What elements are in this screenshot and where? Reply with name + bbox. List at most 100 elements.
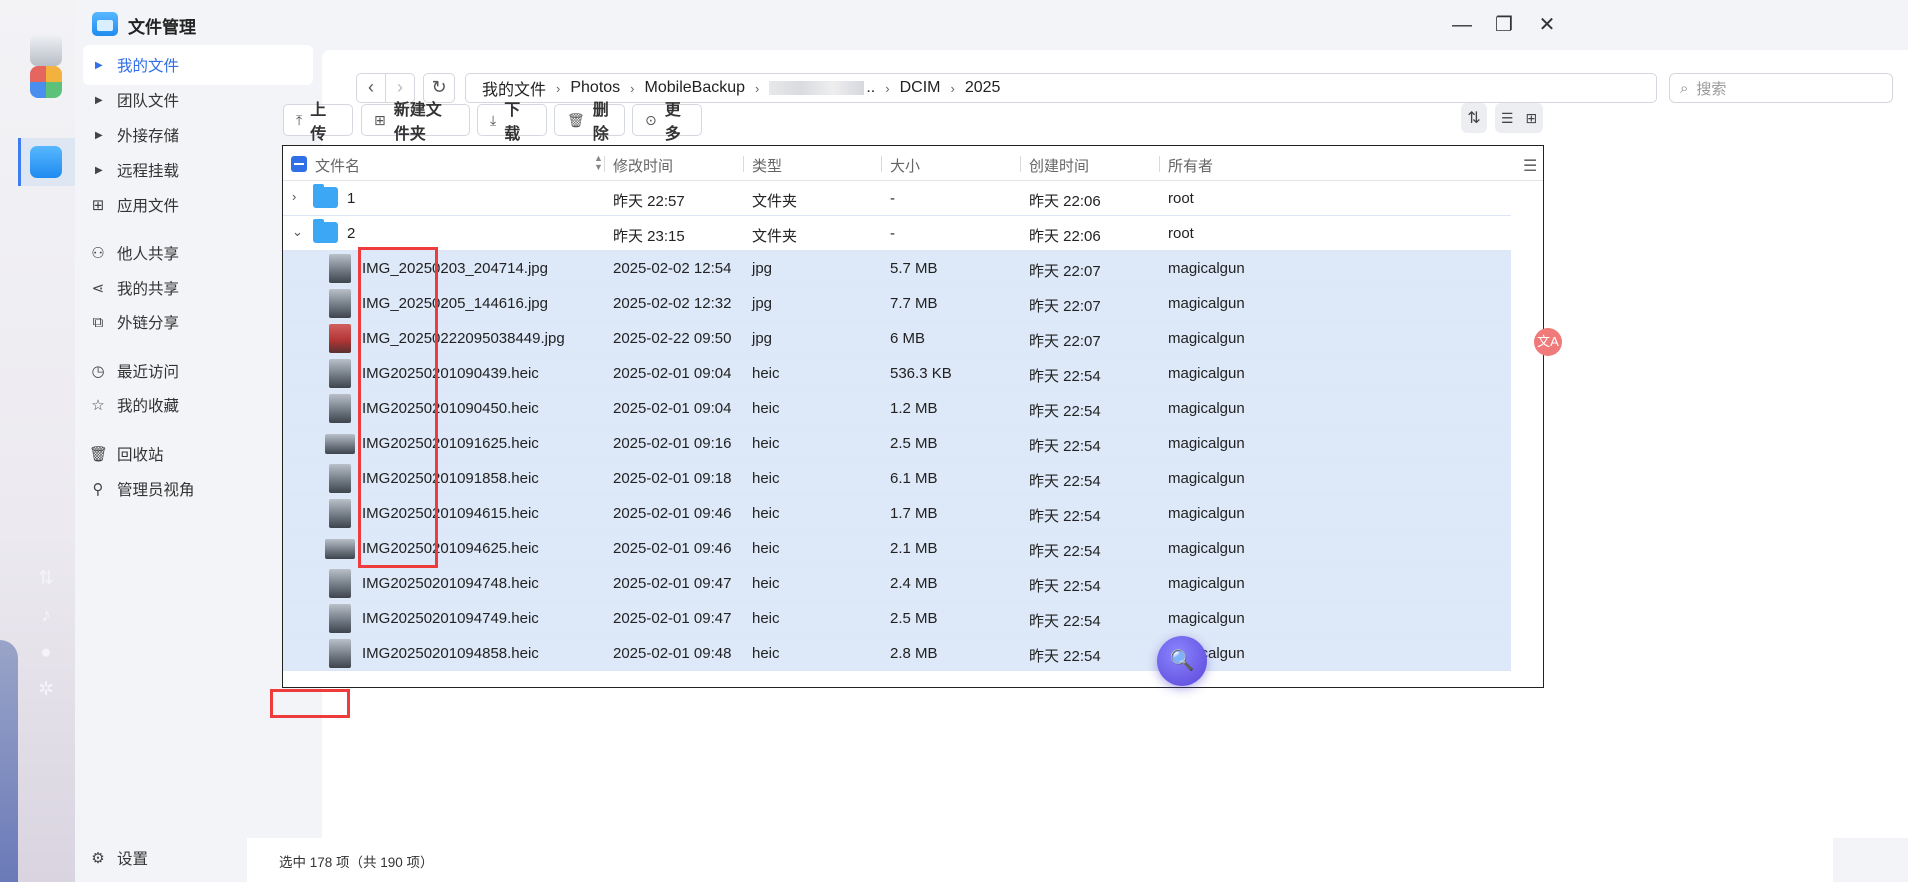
gear-icon[interactable]: ✲ bbox=[36, 680, 56, 700]
file-name[interactable]: IMG20250201094858.heic bbox=[362, 645, 539, 662]
owner: magicalgun bbox=[1168, 575, 1245, 592]
sidebar-item-link-shares[interactable]: ⧉ 外链分享 bbox=[83, 302, 313, 342]
table-row[interactable]: IMG20250201090450.heic 2025-02-01 09:04 he… bbox=[283, 391, 1511, 426]
sidebar-item-remote-mount[interactable]: ▶ 远程挂载 bbox=[83, 150, 313, 190]
image-thumbnail bbox=[329, 254, 351, 283]
app-dock: ⇅ ♪ ● ✲ bbox=[0, 0, 75, 882]
image-thumbnail bbox=[329, 464, 351, 493]
app-center-icon[interactable] bbox=[30, 66, 62, 98]
upload-button[interactable]: ⤒ 上传 bbox=[283, 102, 353, 143]
sidebar-item-recycle-bin[interactable]: 🗑 回收站 bbox=[83, 434, 313, 474]
image-thumbnail bbox=[325, 434, 355, 454]
translate-icon[interactable]: 文A bbox=[1534, 328, 1562, 356]
column-settings-icon[interactable]: ☰ bbox=[1523, 156, 1537, 176]
list-view-icon[interactable]: ☰ bbox=[1501, 110, 1514, 127]
column-header-size[interactable]: 大小 bbox=[890, 155, 920, 176]
scrollbar[interactable] bbox=[1511, 181, 1543, 687]
column-header-created[interactable]: 创建时间 bbox=[1029, 155, 1089, 176]
sidebar-item-shared-with-me[interactable]: ⚇ 他人共享 bbox=[83, 233, 313, 273]
created-time: 昨天 22:54 bbox=[1029, 648, 1101, 665]
download-button[interactable]: ⤓ 下载 bbox=[477, 102, 547, 143]
breadcrumb-item[interactable]: 2025 bbox=[965, 79, 1001, 97]
owner: magicalgun bbox=[1168, 365, 1245, 382]
sidebar-item-favorites[interactable]: ☆ 我的收藏 bbox=[83, 385, 313, 425]
modified-time: 2025-02-02 12:54 bbox=[613, 260, 732, 277]
column-header-type[interactable]: 类型 bbox=[752, 155, 782, 176]
chevron-right-icon: › bbox=[755, 80, 760, 96]
breadcrumb[interactable]: 我的文件 › Photos › MobileBackup › .. › DCIM… bbox=[465, 73, 1657, 103]
table-row[interactable]: IMG20250201094858.heic 2025-02-01 09:48 he… bbox=[283, 636, 1511, 671]
upload-label: 上传 bbox=[310, 102, 327, 143]
file-size: - bbox=[890, 190, 895, 207]
user-icon[interactable]: ● bbox=[36, 643, 56, 663]
sidebar-item-my-files[interactable]: ▶ 我的文件 bbox=[83, 45, 313, 85]
breadcrumb-item[interactable]: DCIM bbox=[900, 79, 941, 97]
sidebar-item-app-files[interactable]: ⊞ 应用文件 bbox=[83, 185, 313, 225]
folder-plus-icon: ⊞ bbox=[374, 111, 386, 128]
file-size: - bbox=[890, 225, 895, 242]
modified-time: 2025-02-01 09:48 bbox=[613, 645, 732, 662]
minimize-icon[interactable]: — bbox=[1449, 12, 1475, 38]
search-input[interactable]: ⌕ 搜索 bbox=[1669, 73, 1893, 103]
delete-button[interactable]: 🗑 删除 bbox=[554, 102, 625, 143]
sidebar-item-label: 外链分享 bbox=[117, 315, 180, 332]
more-label: 更多 bbox=[664, 102, 681, 143]
more-button[interactable]: ⊙ 更多 bbox=[632, 102, 702, 143]
sync-icon[interactable]: ⇅ bbox=[36, 569, 56, 589]
column-header-modified[interactable]: 修改时间 bbox=[613, 155, 673, 176]
file-manager-app-icon bbox=[92, 12, 118, 36]
breadcrumb-item[interactable]: MobileBackup bbox=[645, 79, 746, 97]
file-type: jpg bbox=[752, 295, 773, 312]
created-time: 昨天 22:07 bbox=[1029, 333, 1101, 350]
trash-icon: 🗑 bbox=[89, 446, 109, 463]
column-header-name[interactable]: 文件名 bbox=[315, 155, 360, 176]
table-row[interactable]: IMG20250201094625.heic 2025-02-01 09:46 he… bbox=[283, 531, 1511, 566]
floating-search-button[interactable]: 🔍 bbox=[1157, 636, 1207, 686]
file-type: heic bbox=[752, 400, 780, 417]
sidebar-item-team-files[interactable]: ▶ 团队文件 bbox=[83, 80, 313, 120]
maximize-icon[interactable]: ❐ bbox=[1491, 12, 1517, 38]
sidebar-item-external-storage[interactable]: ▶ 外接存储 bbox=[83, 115, 313, 155]
new-folder-button[interactable]: ⊞ 新建文件夹 bbox=[361, 102, 470, 143]
breadcrumb-item[interactable]: .. bbox=[866, 79, 875, 97]
close-icon[interactable]: ✕ bbox=[1534, 12, 1560, 38]
sidebar-item-admin-view[interactable]: ⚲ 管理员视角 bbox=[83, 469, 313, 509]
modified-time: 昨天 23:15 bbox=[613, 228, 685, 245]
file-name[interactable]: 1 bbox=[347, 190, 355, 207]
select-all-checkbox[interactable] bbox=[291, 156, 307, 172]
column-header-owner[interactable]: 所有者 bbox=[1168, 155, 1213, 176]
grid-view-icon[interactable]: ⊞ bbox=[1525, 110, 1537, 127]
bell-icon[interactable]: ♪ bbox=[36, 606, 56, 626]
file-type: heic bbox=[752, 575, 780, 592]
table-row[interactable]: ⌄ 2 昨天 23:15 文件夹 - 昨天 22:06 root bbox=[283, 216, 1511, 251]
table-row[interactable]: IMG20250201094748.heic 2025-02-01 09:47 he… bbox=[283, 566, 1511, 601]
table-row[interactable]: IMG_20250222095038449.jpg 2025-02-22 09:5… bbox=[283, 321, 1511, 356]
image-thumbnail bbox=[329, 394, 351, 423]
file-type: 文件夹 bbox=[752, 193, 798, 210]
modified-time: 2025-02-22 09:50 bbox=[613, 330, 732, 347]
back-button[interactable]: ‹ bbox=[356, 73, 386, 103]
table-row[interactable]: IMG20250201094749.heic 2025-02-01 09:47 he… bbox=[283, 601, 1511, 636]
table-row[interactable]: IMG20250201091858.heic 2025-02-01 09:18 he… bbox=[283, 461, 1511, 496]
table-row[interactable]: IMG20250201090439.heic 2025-02-01 09:04 he… bbox=[283, 356, 1511, 391]
file-name[interactable]: 2 bbox=[347, 225, 355, 242]
file-manager-dock-icon[interactable] bbox=[30, 146, 62, 178]
sort-button[interactable]: ⇅ bbox=[1461, 103, 1487, 133]
sort-arrows-icon[interactable]: ▲ ▼ bbox=[594, 154, 603, 172]
expand-chevron-icon[interactable]: ⌄ bbox=[292, 224, 303, 240]
owner: magicalgun bbox=[1168, 330, 1245, 347]
file-name[interactable]: IMG20250201094748.heic bbox=[362, 575, 539, 592]
modified-time: 2025-02-01 09:16 bbox=[613, 435, 732, 452]
table-row[interactable]: IMG_20250205_144616.jpg 2025-02-02 12:32 j… bbox=[283, 286, 1511, 321]
created-time: 昨天 22:54 bbox=[1029, 543, 1101, 560]
breadcrumb-item[interactable]: Photos bbox=[570, 79, 620, 97]
table-row[interactable]: IMG20250201094615.heic 2025-02-01 09:46 he… bbox=[283, 496, 1511, 531]
file-name[interactable]: IMG20250201094749.heic bbox=[362, 610, 539, 627]
expand-chevron-icon[interactable]: › bbox=[292, 189, 296, 204]
table-row[interactable]: › 1 昨天 22:57 文件夹 - 昨天 22:06 root bbox=[283, 181, 1511, 216]
table-row[interactable]: IMG20250201091625.heic 2025-02-01 09:16 he… bbox=[283, 426, 1511, 461]
table-row[interactable]: IMG_20250203_204714.jpg 2025-02-02 12:54 j… bbox=[283, 251, 1511, 286]
desktop-icon[interactable] bbox=[30, 34, 62, 66]
delete-label: 删除 bbox=[592, 102, 609, 143]
owner: root bbox=[1168, 190, 1194, 207]
